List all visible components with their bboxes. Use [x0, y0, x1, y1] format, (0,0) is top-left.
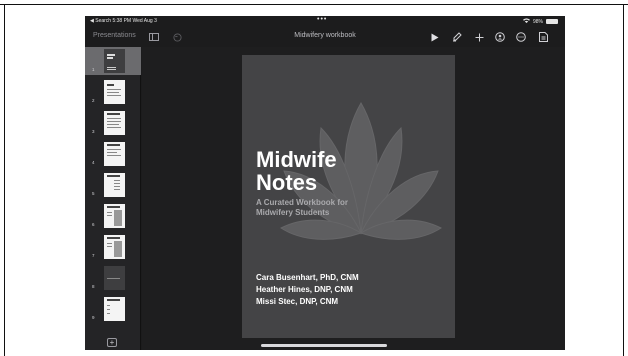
- slide-subtitle-line1: A Curated Workbook for: [256, 198, 349, 207]
- slide-number: 2: [92, 98, 95, 103]
- slide-preview: [104, 111, 125, 135]
- slide-thumbnail-4[interactable]: 4: [85, 140, 141, 168]
- home-indicator[interactable]: [261, 344, 387, 347]
- battery-percent: 98%: [532, 18, 543, 25]
- wifi-icon: [522, 18, 530, 25]
- document-options-icon[interactable]: [537, 31, 549, 43]
- slide-preview: [104, 204, 125, 228]
- slide-thumbnail-6[interactable]: 6: [85, 202, 141, 230]
- battery-fill: [547, 20, 557, 23]
- document-title[interactable]: Midwifery workbook: [85, 32, 565, 39]
- slide-thumbnail-3[interactable]: 3: [85, 109, 141, 137]
- slide-thumbnail-5[interactable]: 5: [85, 171, 141, 199]
- slide-thumbnail-8[interactable]: 8: [85, 264, 141, 292]
- author-line: Cara Busenhart, PhD, CNM: [256, 273, 359, 282]
- status-right: 98%: [522, 18, 558, 25]
- slide-number: 1: [92, 67, 95, 72]
- frame-top-rule: [0, 4, 628, 5]
- toolbar: Presentations Midwifery workbook: [85, 27, 565, 47]
- collaborate-icon[interactable]: [494, 31, 506, 43]
- slide-thumbnail-7[interactable]: 7: [85, 233, 141, 261]
- slide-thumbnail-2[interactable]: 2: [85, 78, 141, 106]
- slide-number: 6: [92, 222, 95, 227]
- slide-number: 8: [92, 284, 95, 289]
- slide-canvas: Midwife Notes A Curated Workbook for Mid…: [142, 47, 565, 350]
- frame-left-rule: [4, 4, 5, 356]
- status-time: 5:38 PM: [112, 18, 132, 24]
- add-icon[interactable]: [473, 31, 485, 43]
- author-line: Heather Hines, DNP, CNM: [256, 285, 353, 294]
- status-date: Wed Aug 3: [132, 18, 157, 24]
- slide-navigator: 1 2 3 4 5 6 7 8 9 +: [85, 47, 141, 350]
- author-line: Missi Stec, DNP, CNM: [256, 297, 339, 306]
- slide-preview: [104, 297, 125, 321]
- slide-thumbnail-1[interactable]: 1: [85, 47, 141, 75]
- slide-thumbnail-9[interactable]: 9: [85, 295, 141, 323]
- slide-number: 9: [92, 315, 95, 320]
- battery-icon: [546, 19, 558, 24]
- status-bar: ◀ Search 5:38 PM Wed Aug 3 ••• 98%: [85, 16, 565, 27]
- slide-preview: [104, 142, 125, 166]
- back-to-app-link[interactable]: ◀ Search: [90, 18, 111, 24]
- slide-preview: [104, 80, 125, 104]
- multitask-dots[interactable]: •••: [317, 16, 327, 23]
- slide-preview: [104, 173, 125, 197]
- format-brush-icon[interactable]: [451, 31, 463, 43]
- slide-preview: [104, 266, 125, 290]
- status-left: ◀ Search 5:38 PM Wed Aug 3: [90, 18, 157, 24]
- slide-number: 7: [92, 253, 95, 258]
- slide-preview: [104, 235, 125, 259]
- slide-title-line2: Notes: [256, 170, 318, 195]
- slide-number: 3: [92, 129, 95, 134]
- keynote-window: ◀ Search 5:38 PM Wed Aug 3 ••• 98% Prese…: [85, 16, 565, 350]
- slide-title-line1: Midwife: [256, 147, 337, 172]
- play-icon[interactable]: [429, 31, 441, 43]
- slide-subtitle-line2: Midwifery Students: [256, 208, 330, 217]
- more-icon[interactable]: [515, 31, 527, 43]
- slide-preview: [104, 49, 125, 73]
- title-slide[interactable]: Midwife Notes A Curated Workbook for Mid…: [242, 55, 455, 338]
- slide-number: 5: [92, 191, 95, 196]
- slide-number: 4: [92, 160, 95, 165]
- frame-right-rule: [623, 4, 624, 356]
- add-slide-button[interactable]: +: [107, 338, 117, 347]
